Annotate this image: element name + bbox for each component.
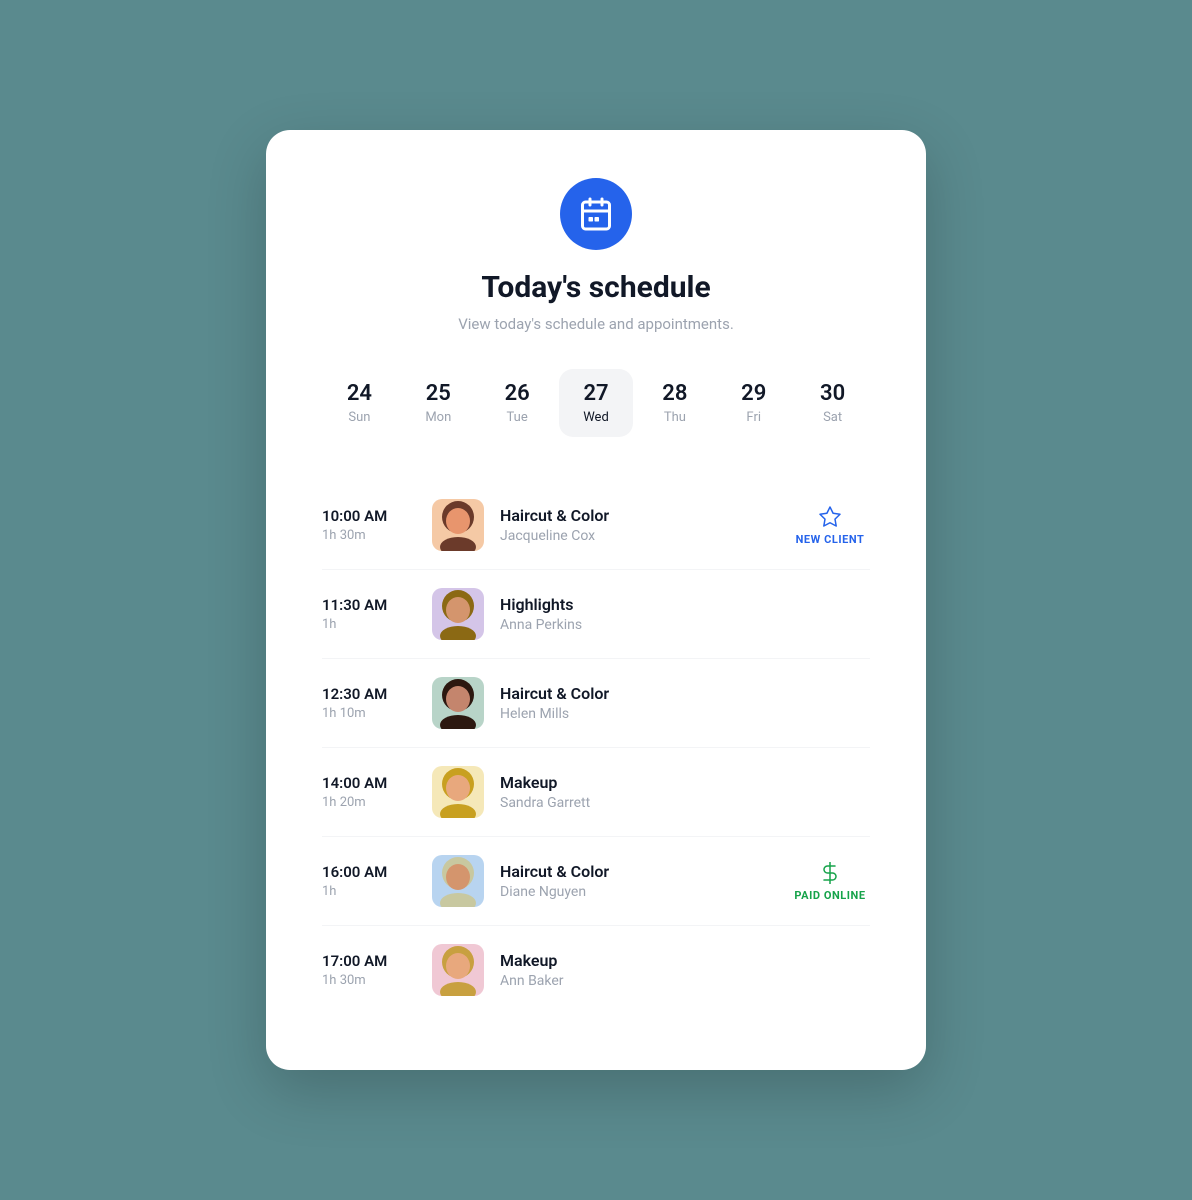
time-block: 16:00 AM 1h — [322, 863, 432, 899]
appt-client: Helen Mills — [500, 706, 870, 722]
appt-client: Sandra Garrett — [500, 795, 870, 811]
time-block: 11:30 AM 1h — [322, 596, 432, 632]
appt-info: Highlights Anna Perkins — [500, 595, 870, 633]
new-client-badge[interactable]: NEW CLIENT — [796, 505, 865, 546]
calendar-icon — [560, 178, 632, 250]
appt-info: Makeup Ann Baker — [500, 951, 870, 989]
date-item-tue[interactable]: 26 Tue — [480, 369, 555, 437]
calendar-svg — [578, 196, 614, 232]
appt-time: 17:00 AM — [322, 952, 432, 970]
time-block: 17:00 AM 1h 30m — [322, 952, 432, 988]
date-day: Sat — [823, 410, 842, 425]
appt-duration: 1h — [322, 884, 432, 899]
time-block: 14:00 AM 1h 20m — [322, 774, 432, 810]
new-client-label: NEW CLIENT — [796, 533, 865, 546]
appt-info: Haircut & Color Diane Nguyen — [500, 862, 790, 900]
appt-time: 10:00 AM — [322, 507, 432, 525]
avatar — [432, 677, 484, 729]
appt-service: Makeup — [500, 951, 870, 970]
appt-duration: 1h 30m — [322, 528, 432, 543]
star-icon — [818, 505, 842, 529]
appointment-row[interactable]: 11:30 AM 1h Highlights Anna Perkins — [322, 570, 870, 659]
date-day: Sun — [348, 410, 370, 425]
time-block: 10:00 AM 1h 30m — [322, 507, 432, 543]
date-number: 26 — [505, 381, 530, 406]
appt-client: Diane Nguyen — [500, 884, 790, 900]
date-item-mon[interactable]: 25 Mon — [401, 369, 476, 437]
avatar — [432, 766, 484, 818]
date-item-fri[interactable]: 29 Fri — [716, 369, 791, 437]
appointment-row[interactable]: 17:00 AM 1h 30m Makeup Ann Baker — [322, 926, 870, 1014]
appt-client: Anna Perkins — [500, 617, 870, 633]
appt-duration: 1h 30m — [322, 973, 432, 988]
appt-service: Haircut & Color — [500, 684, 870, 703]
time-block: 12:30 AM 1h 10m — [322, 685, 432, 721]
appt-duration: 1h 20m — [322, 795, 432, 810]
paid-online-badge[interactable]: PAID ONLINE — [794, 861, 865, 902]
appointment-row[interactable]: 14:00 AM 1h 20m Makeup Sandra Garrett — [322, 748, 870, 837]
avatar-svg — [432, 766, 484, 818]
page-title: Today's schedule — [481, 270, 710, 305]
avatar — [432, 944, 484, 996]
avatar-svg — [432, 677, 484, 729]
appt-client: Ann Baker — [500, 973, 870, 989]
date-number: 25 — [426, 381, 451, 406]
appointments-list: 10:00 AM 1h 30m Haircut & Color Jacqueline … — [322, 481, 870, 1014]
appt-service: Makeup — [500, 773, 870, 792]
appt-client: Jacqueline Cox — [500, 528, 790, 544]
date-number: 24 — [347, 381, 372, 406]
date-day: Mon — [425, 410, 451, 425]
avatar — [432, 499, 484, 551]
date-day: Fri — [746, 410, 761, 425]
appt-time: 16:00 AM — [322, 863, 432, 881]
appt-time: 14:00 AM — [322, 774, 432, 792]
appt-service: Highlights — [500, 595, 870, 614]
appointment-row[interactable]: 12:30 AM 1h 10m Haircut & Color Helen Mills — [322, 659, 870, 748]
paid-online-label: PAID ONLINE — [794, 889, 865, 902]
page-subtitle: View today's schedule and appointments. — [458, 315, 734, 333]
date-number: 30 — [820, 381, 845, 406]
card-header: Today's schedule View today's schedule a… — [322, 178, 870, 333]
avatar — [432, 588, 484, 640]
appt-info: Haircut & Color Helen Mills — [500, 684, 870, 722]
avatar-svg — [432, 588, 484, 640]
schedule-card: Today's schedule View today's schedule a… — [266, 130, 926, 1070]
appointment-row[interactable]: 10:00 AM 1h 30m Haircut & Color Jacqueline … — [322, 481, 870, 570]
appt-duration: 1h — [322, 617, 432, 632]
date-item-sat[interactable]: 30 Sat — [795, 369, 870, 437]
date-number: 29 — [741, 381, 766, 406]
date-day: Tue — [507, 410, 528, 425]
appt-service: Haircut & Color — [500, 862, 790, 881]
date-item-sun[interactable]: 24 Sun — [322, 369, 397, 437]
appt-badge[interactable]: PAID ONLINE — [790, 861, 870, 902]
date-picker: 24 Sun 25 Mon 26 Tue 27 Wed 28 Thu 29 Fri 30 Sat — [322, 369, 870, 437]
avatar-svg — [432, 944, 484, 996]
date-day: Wed — [583, 410, 609, 425]
appt-info: Makeup Sandra Garrett — [500, 773, 870, 811]
date-day: Thu — [664, 410, 686, 425]
appt-service: Haircut & Color — [500, 506, 790, 525]
appt-duration: 1h 10m — [322, 706, 432, 721]
date-number: 28 — [662, 381, 687, 406]
date-item-wed[interactable]: 27 Wed — [559, 369, 634, 437]
avatar — [432, 855, 484, 907]
appt-time: 12:30 AM — [322, 685, 432, 703]
appt-time: 11:30 AM — [322, 596, 432, 614]
appt-badge[interactable]: NEW CLIENT — [790, 505, 870, 546]
appt-info: Haircut & Color Jacqueline Cox — [500, 506, 790, 544]
date-item-thu[interactable]: 28 Thu — [637, 369, 712, 437]
dollar-icon — [818, 861, 842, 885]
appointment-row[interactable]: 16:00 AM 1h Haircut & Color Diane Nguyen PA… — [322, 837, 870, 926]
date-number: 27 — [583, 381, 608, 406]
avatar-svg — [432, 855, 484, 907]
avatar-svg — [432, 499, 484, 551]
